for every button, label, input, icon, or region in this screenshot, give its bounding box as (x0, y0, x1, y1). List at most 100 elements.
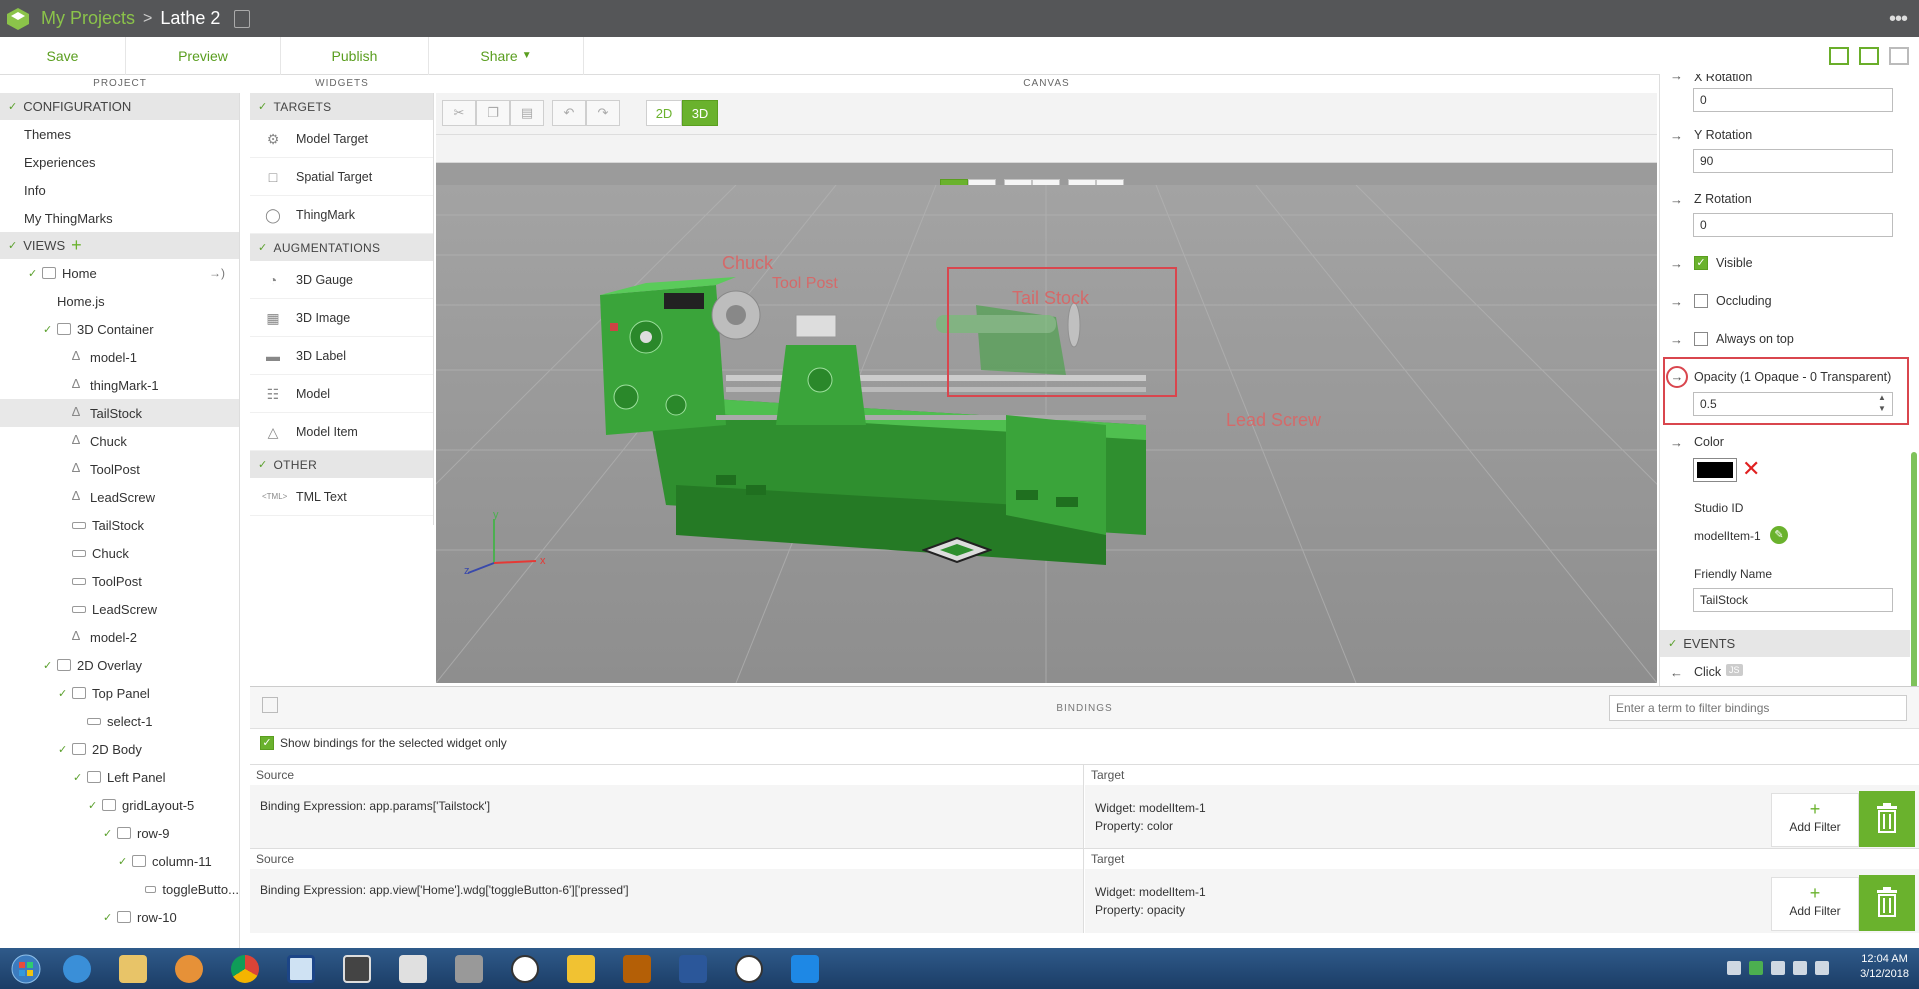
bind-arrow-icon[interactable]: → (1670, 332, 1683, 347)
tree-item[interactable]: ✓ 3D Container (0, 315, 239, 343)
occluding-checkbox[interactable] (1694, 294, 1708, 308)
add-view-icon[interactable]: + (71, 235, 82, 256)
widget-model-item[interactable]: △ Model Item (250, 413, 433, 451)
widget-3d-gauge[interactable]: ◔ 3D Gauge (250, 261, 433, 299)
config-item-info[interactable]: Info (0, 176, 239, 204)
views-section[interactable]: ✓ VIEWS + (0, 232, 239, 259)
chevron-down-icon[interactable]: ✓ (73, 771, 87, 784)
share-button[interactable]: Share ▼ (429, 36, 584, 75)
redo-icon[interactable]: ↷ (586, 100, 620, 126)
navigate-arrow-icon[interactable]: →) (209, 266, 225, 280)
tree-item[interactable]: ✓ Home →) (0, 259, 239, 287)
tray-volume-icon[interactable] (1815, 961, 1829, 975)
tree-item[interactable]: TailStock (0, 399, 239, 427)
bind-arrow-icon[interactable]: → (1670, 74, 1683, 83)
bind-arrow-icon[interactable]: → (1670, 192, 1683, 207)
opacity-input[interactable] (1693, 392, 1893, 416)
chevron-down-icon[interactable]: ✓ (58, 687, 72, 700)
more-menu-icon[interactable]: ••• (1889, 8, 1908, 31)
friendly-name-input[interactable] (1693, 588, 1893, 612)
bind-arrow-icon[interactable]: → (1670, 128, 1683, 143)
tree-item[interactable]: Home.js (0, 287, 239, 315)
3d-scene[interactable]: Chuck Tool Post Tail Stock Lead Screw y … (436, 135, 1657, 683)
tree-item[interactable]: ✓ 2D Body (0, 735, 239, 763)
layout-bottom-panel-icon[interactable] (1859, 47, 1879, 65)
tree-item[interactable]: ToolPost (0, 567, 239, 595)
widget-tml-text[interactable]: <TML> TML Text (250, 478, 433, 516)
taskbar-tool-icon[interactable] (610, 950, 664, 988)
bind-arrow-icon[interactable]: → (1670, 256, 1683, 271)
other-section[interactable]: ✓ OTHER (250, 451, 433, 478)
click-event-row[interactable]: ← Click JS (1660, 664, 1910, 683)
taskbar-calculator-icon[interactable] (442, 950, 496, 988)
widget-model-target[interactable]: ⚙ Model Target (250, 120, 433, 158)
chevron-down-icon[interactable]: ✓ (28, 267, 42, 280)
tree-item[interactable]: model-2 (0, 623, 239, 651)
tailstock-label[interactable]: Tail Stock (1012, 288, 1089, 309)
save-button[interactable]: Save (0, 36, 126, 75)
preview-button[interactable]: Preview (126, 36, 281, 75)
chevron-down-icon[interactable]: ✓ (43, 323, 57, 336)
events-section[interactable]: ✓ EVENTS (1660, 630, 1910, 657)
tree-item[interactable]: LeadScrew (0, 595, 239, 623)
undo-icon[interactable]: ↶ (552, 100, 586, 126)
layout-right-panel-icon[interactable] (1889, 47, 1909, 65)
tray-network-icon[interactable] (1793, 961, 1807, 975)
document-icon[interactable] (234, 9, 251, 28)
tree-item[interactable]: ✓ row-10 (0, 903, 239, 931)
tray-flag-icon[interactable] (1771, 961, 1785, 975)
x-rotation-input[interactable] (1693, 88, 1893, 112)
augmentations-section[interactable]: ✓ AUGMENTATIONS (250, 234, 433, 261)
tree-item[interactable]: ✓ 2D Overlay (0, 651, 239, 679)
show-selected-checkbox[interactable]: ✓ (260, 736, 274, 750)
color-swatch[interactable] (1693, 458, 1737, 482)
widget-spatial-target[interactable]: □ Spatial Target (250, 158, 433, 196)
publish-button[interactable]: Publish (281, 36, 429, 75)
z-rotation-input[interactable] (1693, 213, 1893, 237)
tree-item[interactable]: ✓ gridLayout-5 (0, 791, 239, 819)
tree-item[interactable]: ✓ row-9 (0, 819, 239, 847)
paste-icon[interactable]: ▤ (510, 100, 544, 126)
edit-pencil-icon[interactable]: ✎ (1770, 526, 1788, 544)
tray-up-icon[interactable] (1727, 961, 1741, 975)
chevron-down-icon[interactable]: ✓ (103, 827, 117, 840)
widget-3d-label[interactable]: ▬ 3D Label (250, 337, 433, 375)
tree-item[interactable]: model-1 (0, 343, 239, 371)
taskbar-search-app-icon[interactable] (498, 950, 552, 988)
visible-checkbox[interactable]: ✓ (1694, 256, 1708, 270)
taskbar-vuforia-icon[interactable] (330, 950, 384, 988)
properties-scrollbar[interactable] (1911, 452, 1917, 686)
y-rotation-input[interactable] (1693, 149, 1893, 173)
taskbar-s-app-icon[interactable] (778, 950, 832, 988)
leadscrew-label[interactable]: Lead Screw (1226, 410, 1321, 431)
tree-item[interactable]: ✓ column-11 (0, 847, 239, 875)
cut-icon[interactable]: ✂ (442, 100, 476, 126)
app-logo-icon[interactable] (3, 4, 33, 34)
tree-item[interactable]: ✓ Left Panel (0, 763, 239, 791)
taskbar-text-icon[interactable] (386, 950, 440, 988)
tree-item[interactable]: ToolPost (0, 455, 239, 483)
bindings-filter-input[interactable] (1609, 695, 1907, 721)
chevron-down-icon[interactable]: ✓ (88, 799, 102, 812)
start-button[interactable] (4, 949, 48, 989)
bind-arrow-icon[interactable]: → (1670, 435, 1683, 450)
config-item-experiences[interactable]: Experiences (0, 148, 239, 176)
config-item-my-thingmarks[interactable]: My ThingMarks (0, 204, 239, 232)
taskbar-word-icon[interactable] (666, 950, 720, 988)
tree-item[interactable]: Chuck (0, 539, 239, 567)
chevron-down-icon[interactable]: ✓ (43, 659, 57, 672)
copy-icon[interactable]: ❐ (476, 100, 510, 126)
taskbar-folder-icon[interactable] (554, 950, 608, 988)
taskbar-ie-icon[interactable] (50, 950, 104, 988)
clock[interactable]: 12:04 AM 3/12/2018 (1860, 952, 1909, 982)
tree-item[interactable]: select-1 (0, 707, 239, 735)
bind-arrow-icon[interactable]: → (1666, 366, 1688, 388)
opacity-stepper[interactable]: ▲ ▼ (1878, 392, 1886, 414)
widget-model[interactable]: ☷ Model (250, 375, 433, 413)
bind-arrow-icon[interactable]: → (1670, 294, 1683, 309)
breadcrumb-my-projects[interactable]: My Projects (41, 8, 135, 29)
targets-section[interactable]: ✓ TARGETS (250, 93, 433, 120)
tree-item[interactable]: thingMark-1 (0, 371, 239, 399)
mode-2d-button[interactable]: 2D (646, 100, 682, 126)
layout-left-panel-icon[interactable] (1829, 47, 1849, 65)
